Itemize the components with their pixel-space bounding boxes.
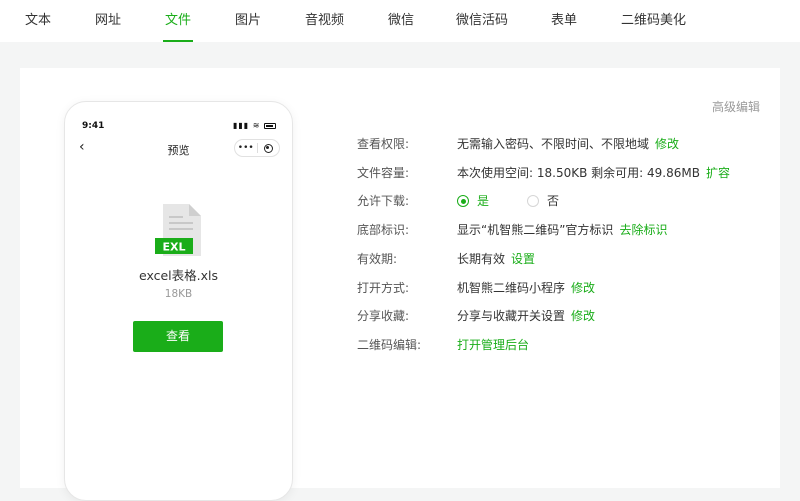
close-target-icon[interactable] (258, 143, 280, 153)
more-dots-icon[interactable]: ••• (235, 140, 257, 156)
main-panel: 高级编辑 9:41 ▮▮▮ ≋ ‹ 预览 ••• EXL excel表格.xls… (20, 68, 780, 501)
setting-value: 本次使用空间: 18.50KB 剩余可用: 49.86MB 扩容 (457, 163, 730, 183)
share-value: 分享与收藏开关设置 (457, 309, 566, 323)
download-yes-label: 是 (477, 194, 490, 208)
battery-icon (264, 122, 276, 129)
status-icons: ▮▮▮ ≋ (233, 121, 276, 130)
download-yes-radio[interactable]: 是 (457, 191, 489, 211)
download-no-radio[interactable]: 否 (527, 191, 559, 211)
setting-label: 文件容量: (357, 166, 410, 180)
status-time: 9:41 (82, 121, 105, 131)
set-validity-link[interactable]: 设置 (511, 252, 535, 266)
tab-qr-beautify[interactable]: 二维码美化 (621, 0, 686, 42)
file-size: 18KB (164, 288, 193, 300)
phone-preview: 9:41 ▮▮▮ ≋ ‹ 预览 ••• EXL excel表格.xls 18KB… (64, 101, 293, 501)
file-name: excel表格.xls (138, 268, 219, 283)
tab-wechat-live-code[interactable]: 微信活码 (456, 0, 508, 42)
validity-value: 长期有效 (457, 252, 506, 266)
setting-label: 有效期: (357, 252, 398, 266)
signal-icon: ▮▮▮ (232, 121, 250, 130)
setting-label: 查看权限: (357, 137, 410, 151)
radio-checked-icon (457, 195, 469, 207)
top-tab-bar: 文本 网址 文件 图片 音视频 微信 微信活码 表单 二维码美化 (0, 0, 800, 42)
file-badge-label: EXL (162, 241, 185, 254)
setting-value: 分享与收藏开关设置 修改 (457, 306, 595, 326)
permission-value: 无需输入密码、不限时间、不限地域 (457, 137, 650, 151)
open-admin-link[interactable]: 打开管理后台 (457, 338, 529, 352)
setting-label: 分享收藏: (357, 309, 410, 323)
setting-label: 二维码编辑: (357, 338, 422, 352)
modify-share-link[interactable]: 修改 (571, 309, 595, 323)
view-button[interactable]: 查看 (133, 321, 223, 352)
expand-capacity-link[interactable]: 扩容 (706, 166, 730, 180)
open-mode-value: 机智熊二维码小程序 (457, 281, 566, 295)
download-no-label: 否 (547, 194, 560, 208)
remove-mark-link[interactable]: 去除标识 (619, 223, 667, 237)
tab-audio-video[interactable]: 音视频 (305, 0, 344, 42)
tab-wechat[interactable]: 微信 (388, 0, 414, 42)
capacity-value: 本次使用空间: 18.50KB 剩余可用: 49.86MB (457, 166, 700, 180)
modify-permission-link[interactable]: 修改 (655, 137, 679, 151)
setting-label: 允许下载: (357, 194, 410, 208)
setting-value: 是否 (457, 191, 559, 211)
excel-file-icon: EXL (155, 204, 201, 256)
mini-program-capsule: ••• (234, 139, 280, 157)
setting-value: 长期有效 设置 (457, 249, 535, 269)
tab-file[interactable]: 文件 (162, 0, 194, 42)
tab-image[interactable]: 图片 (235, 0, 261, 42)
tab-url[interactable]: 网址 (95, 0, 121, 42)
tab-form[interactable]: 表单 (551, 0, 577, 42)
setting-value: 显示“机智熊二维码”官方标识 去除标识 (457, 220, 667, 240)
modify-open-mode-link[interactable]: 修改 (571, 281, 595, 295)
tab-text[interactable]: 文本 (25, 0, 51, 42)
advanced-edit-link[interactable]: 高级编辑 (712, 98, 760, 115)
footer-mark-value: 显示“机智熊二维码”官方标识 (457, 223, 614, 237)
setting-label: 打开方式: (357, 281, 410, 295)
setting-value: 机智熊二维码小程序 修改 (457, 278, 595, 298)
setting-label: 底部标识: (357, 223, 410, 237)
radio-unchecked-icon (527, 195, 540, 207)
setting-value: 打开管理后台 (457, 335, 529, 355)
setting-value: 无需输入密码、不限时间、不限地域 修改 (457, 134, 679, 154)
wifi-icon: ≋ (252, 121, 261, 130)
